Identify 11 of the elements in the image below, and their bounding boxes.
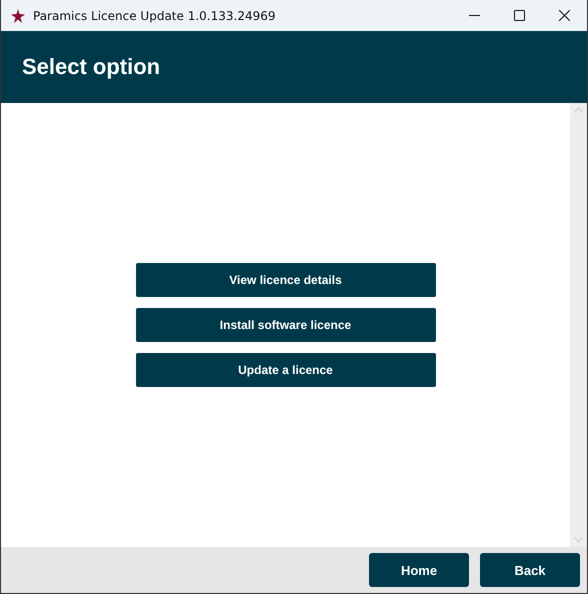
nav-button[interactable]: Back <box>480 553 580 587</box>
star-logo-icon <box>11 8 25 22</box>
option-button[interactable]: View licence details <box>136 263 436 297</box>
option-button[interactable]: Install software licence <box>136 308 436 342</box>
scroll-down-icon[interactable] <box>574 537 583 543</box>
page-title: Select option <box>22 54 160 80</box>
window-title: Paramics Licence Update 1.0.133.24969 <box>33 8 276 22</box>
option-button[interactable]: Update a licence <box>136 353 436 387</box>
scroll-up-icon[interactable] <box>574 107 583 113</box>
nav-button[interactable]: Home <box>369 553 469 587</box>
scrollbar[interactable] <box>570 103 587 547</box>
